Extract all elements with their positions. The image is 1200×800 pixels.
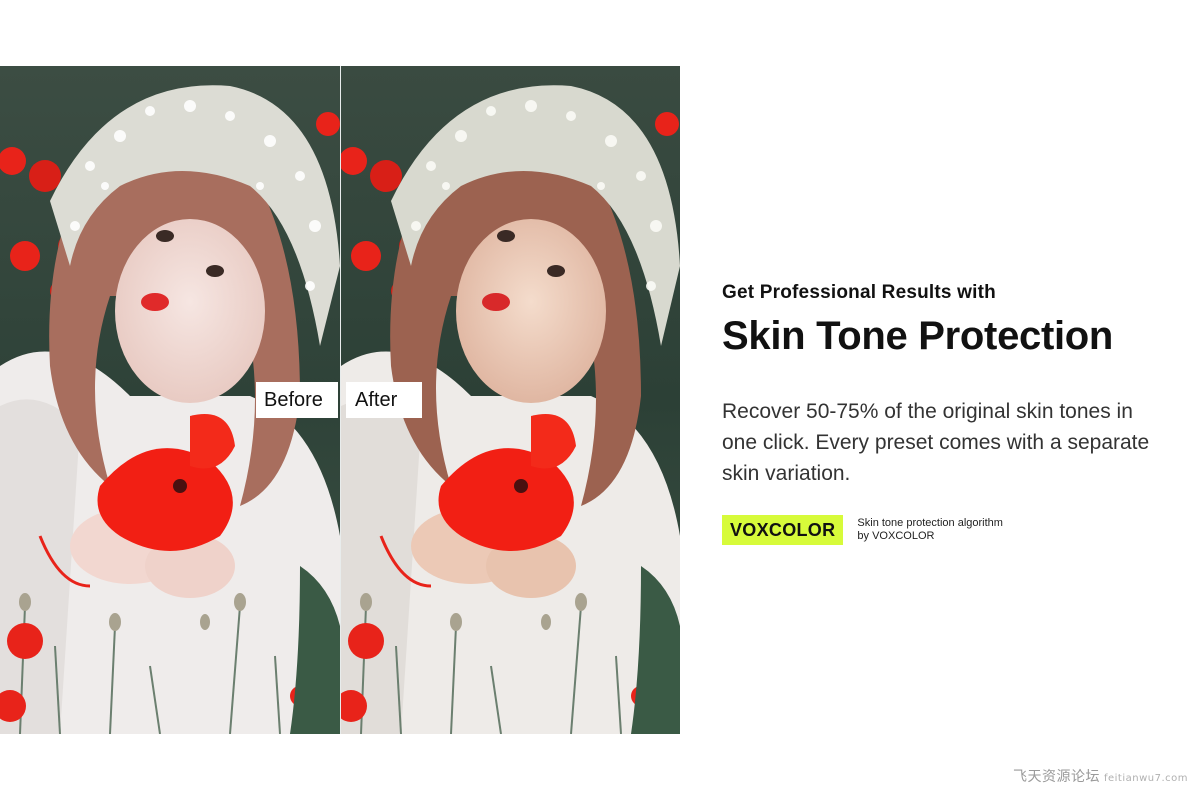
promo-headline: Skin Tone Protection <box>722 314 1114 358</box>
brand-note: Skin tone protection algorithm by VOXCOL… <box>857 517 1003 542</box>
watermark-site: feitianwu7.com <box>1103 773 1188 784</box>
voxcolor-badge: VOXCOLOR <box>722 515 844 545</box>
watermark-text: 飞天资源论坛 <box>1012 769 1100 785</box>
site-watermark: 飞天资源论坛 feitianwu7.com <box>1013 766 1188 786</box>
promo-kicker: Get Professional Results with <box>722 282 996 303</box>
promo-body: Recover 50-75% of the original skin tone… <box>722 400 1150 485</box>
promo-text-column: Get Professional Results with Skin Tone … <box>722 280 1162 545</box>
after-label: After <box>346 382 422 418</box>
before-label: Before <box>256 382 338 418</box>
brand-row: VOXCOLOR Skin tone protection algorithm … <box>722 515 1162 545</box>
